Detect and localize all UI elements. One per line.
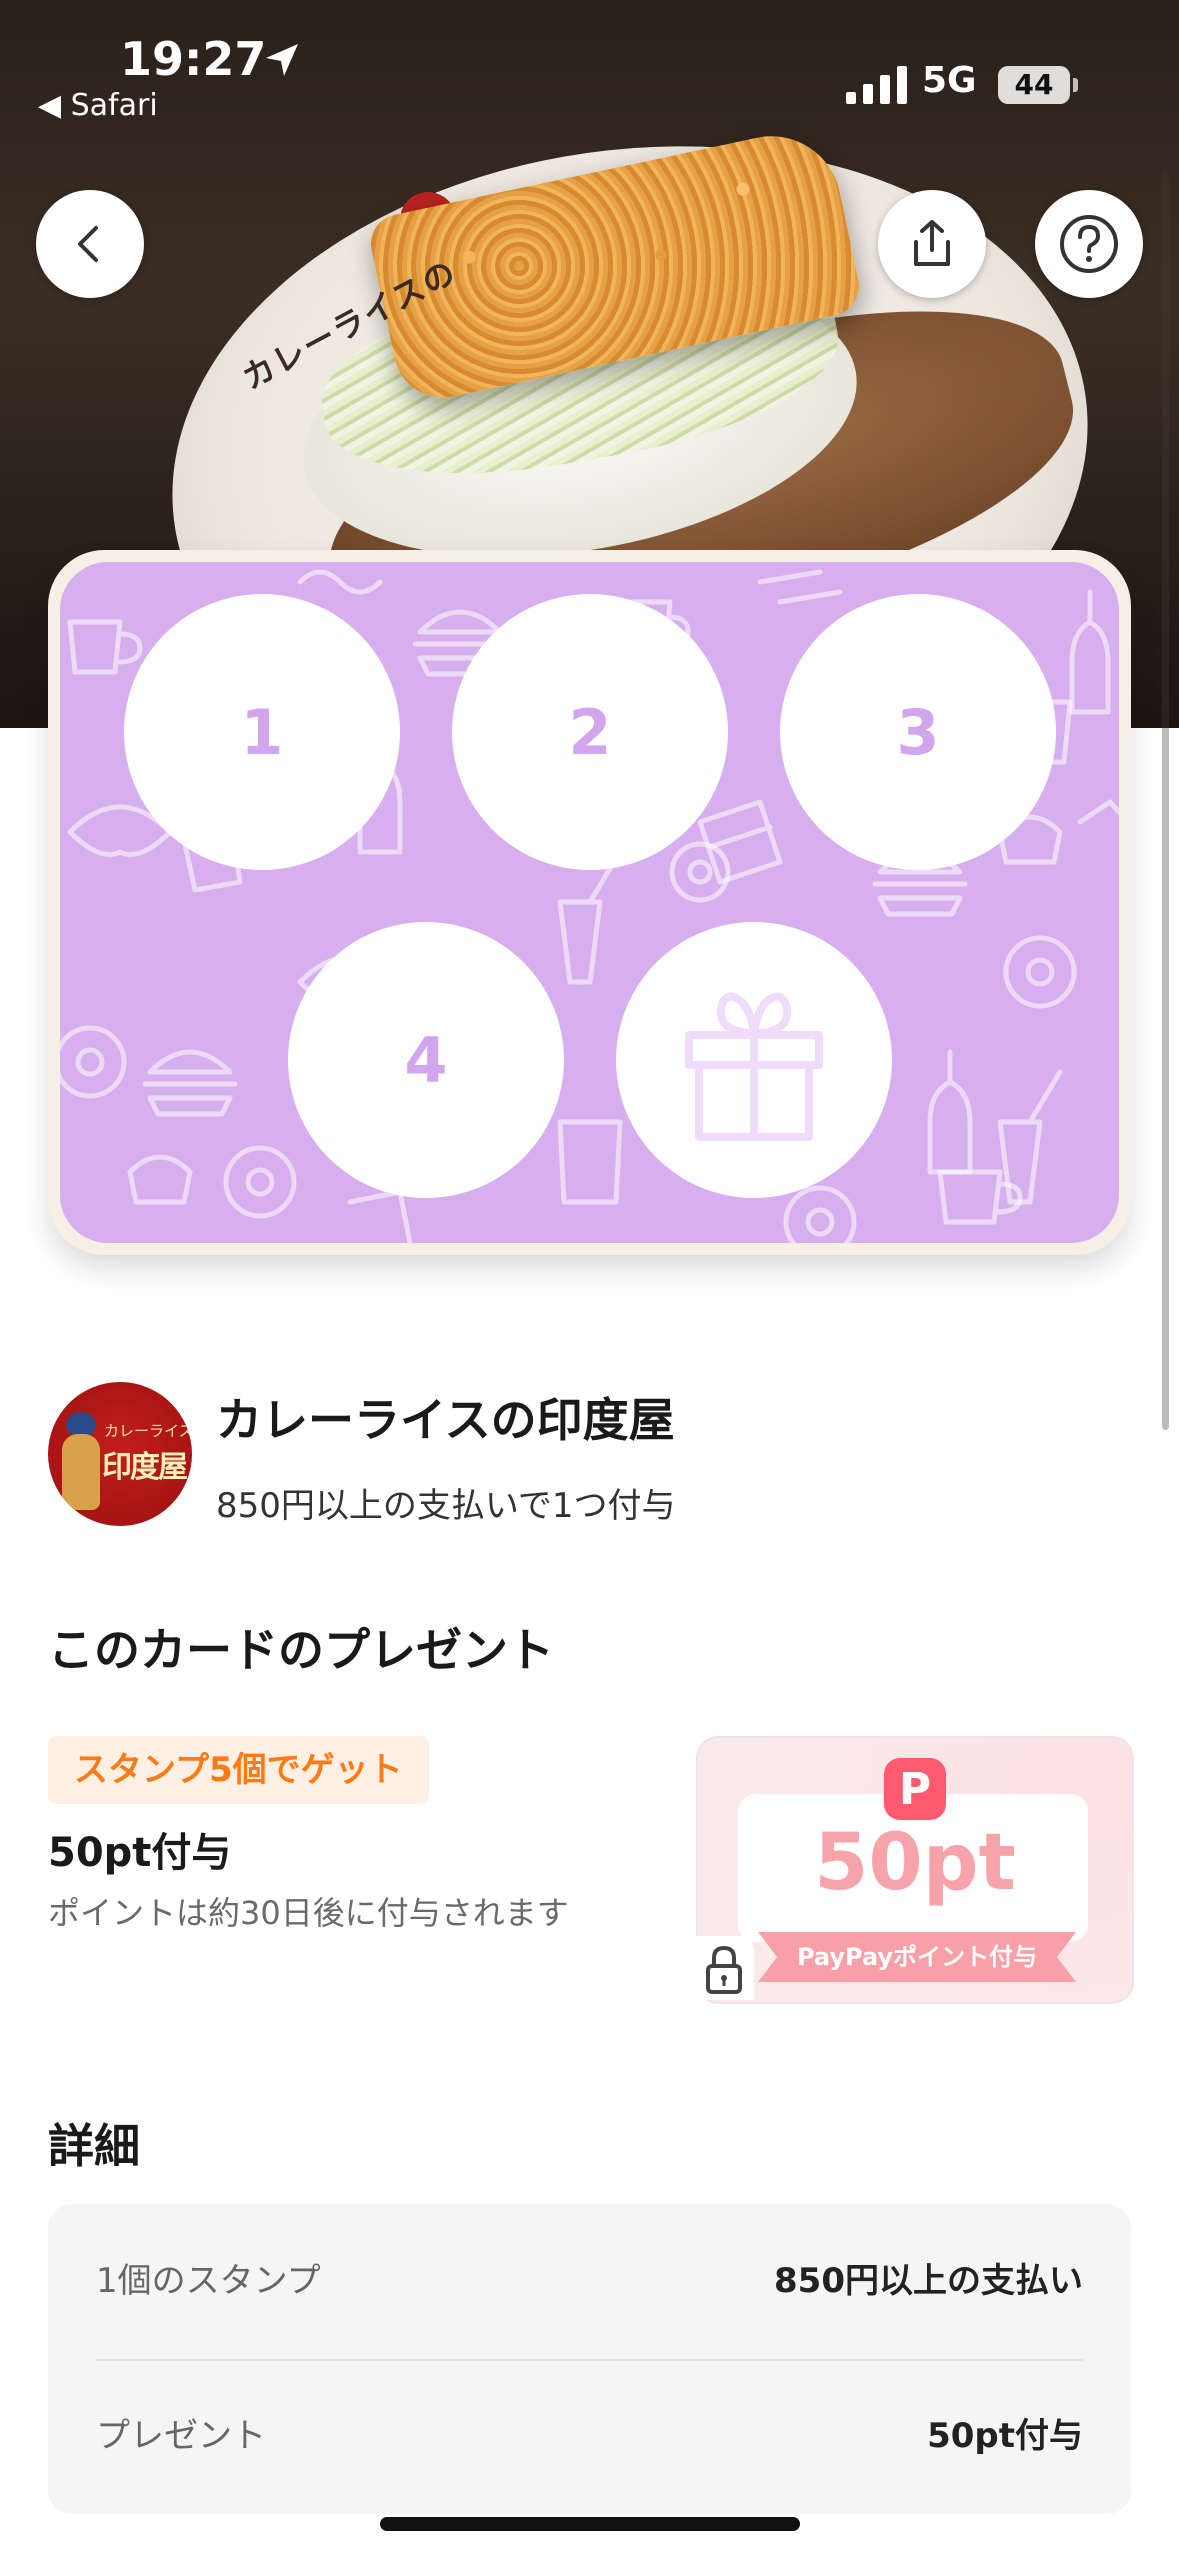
logo-figure — [62, 1434, 100, 1510]
logo-big-text: 印度屋 — [102, 1450, 188, 1485]
reward-title: 50pt付与 — [48, 1830, 232, 1876]
stamp-card-face: 1 2 3 4 — [60, 562, 1119, 1243]
paypay-amount: 50pt — [814, 1818, 1016, 1908]
stamp-condition: 850円以上の支払いで1つ付与 — [216, 1486, 676, 1526]
details-section-title: 詳細 — [48, 2119, 140, 2173]
shop-name: カレーライスの印度屋 — [216, 1393, 675, 1447]
battery-nub — [1073, 78, 1078, 92]
battery-icon: 44 — [998, 66, 1070, 104]
back-to-safari-link[interactable]: ◀ Safari — [38, 88, 158, 123]
stamp-slot-4: 4 — [288, 922, 564, 1198]
stamp-slot-1: 1 — [124, 594, 400, 870]
present-section-title: このカードのプレゼント — [48, 1623, 554, 1677]
stamp-card: 1 2 3 4 — [48, 550, 1131, 1255]
detail-label: 1個のスタンプ — [96, 2261, 321, 2301]
detail-label: プレゼント — [96, 2416, 266, 2456]
reward-note: ポイントは約30日後に付与されます — [48, 1894, 569, 1932]
share-button[interactable] — [878, 190, 986, 298]
back-button[interactable] — [36, 190, 144, 298]
detail-value: 50pt付与 — [927, 2416, 1083, 2456]
scrollbar[interactable] — [1162, 170, 1169, 1430]
lock-icon — [706, 1945, 742, 1994]
paypay-point-card: P 50pt PayPayポイント付与 — [696, 1736, 1134, 2004]
share-icon — [914, 220, 950, 266]
details-table: 1個のスタンプ 850円以上の支払い プレゼント 50pt付与 — [48, 2204, 1131, 2514]
shop-logo: カレーライスの 印度屋 — [48, 1382, 192, 1526]
gift-icon — [685, 992, 823, 1141]
paypay-logo-icon: P — [884, 1758, 946, 1820]
status-bar: 19:27 ◀ Safari 5G 44 — [0, 0, 1179, 130]
present-badge: スタンプ5個でゲット — [48, 1736, 429, 1804]
network-type: 5G — [922, 60, 977, 101]
chevron-left-icon — [78, 226, 98, 262]
lock-badge — [694, 1936, 754, 2000]
status-time: 19:27 — [120, 32, 267, 86]
stamp-slot-gift — [616, 922, 892, 1198]
paypay-ribbon: PayPayポイント付与 — [758, 1932, 1076, 1982]
detail-row: 1個のスタンプ 850円以上の支払い — [48, 2204, 1131, 2359]
home-indicator[interactable] — [380, 2517, 800, 2531]
detail-row: プレゼント 50pt付与 — [48, 2359, 1131, 2514]
detail-value: 850円以上の支払い — [774, 2261, 1083, 2301]
stamp-slot-3: 3 — [780, 594, 1056, 870]
logo-small-text: カレーライスの — [104, 1422, 192, 1440]
help-button[interactable] — [1035, 190, 1143, 298]
cellular-signal-icon — [846, 66, 907, 104]
question-circle-icon — [1060, 215, 1118, 273]
location-arrow-icon — [266, 44, 298, 76]
stamp-slot-2: 2 — [452, 594, 728, 870]
